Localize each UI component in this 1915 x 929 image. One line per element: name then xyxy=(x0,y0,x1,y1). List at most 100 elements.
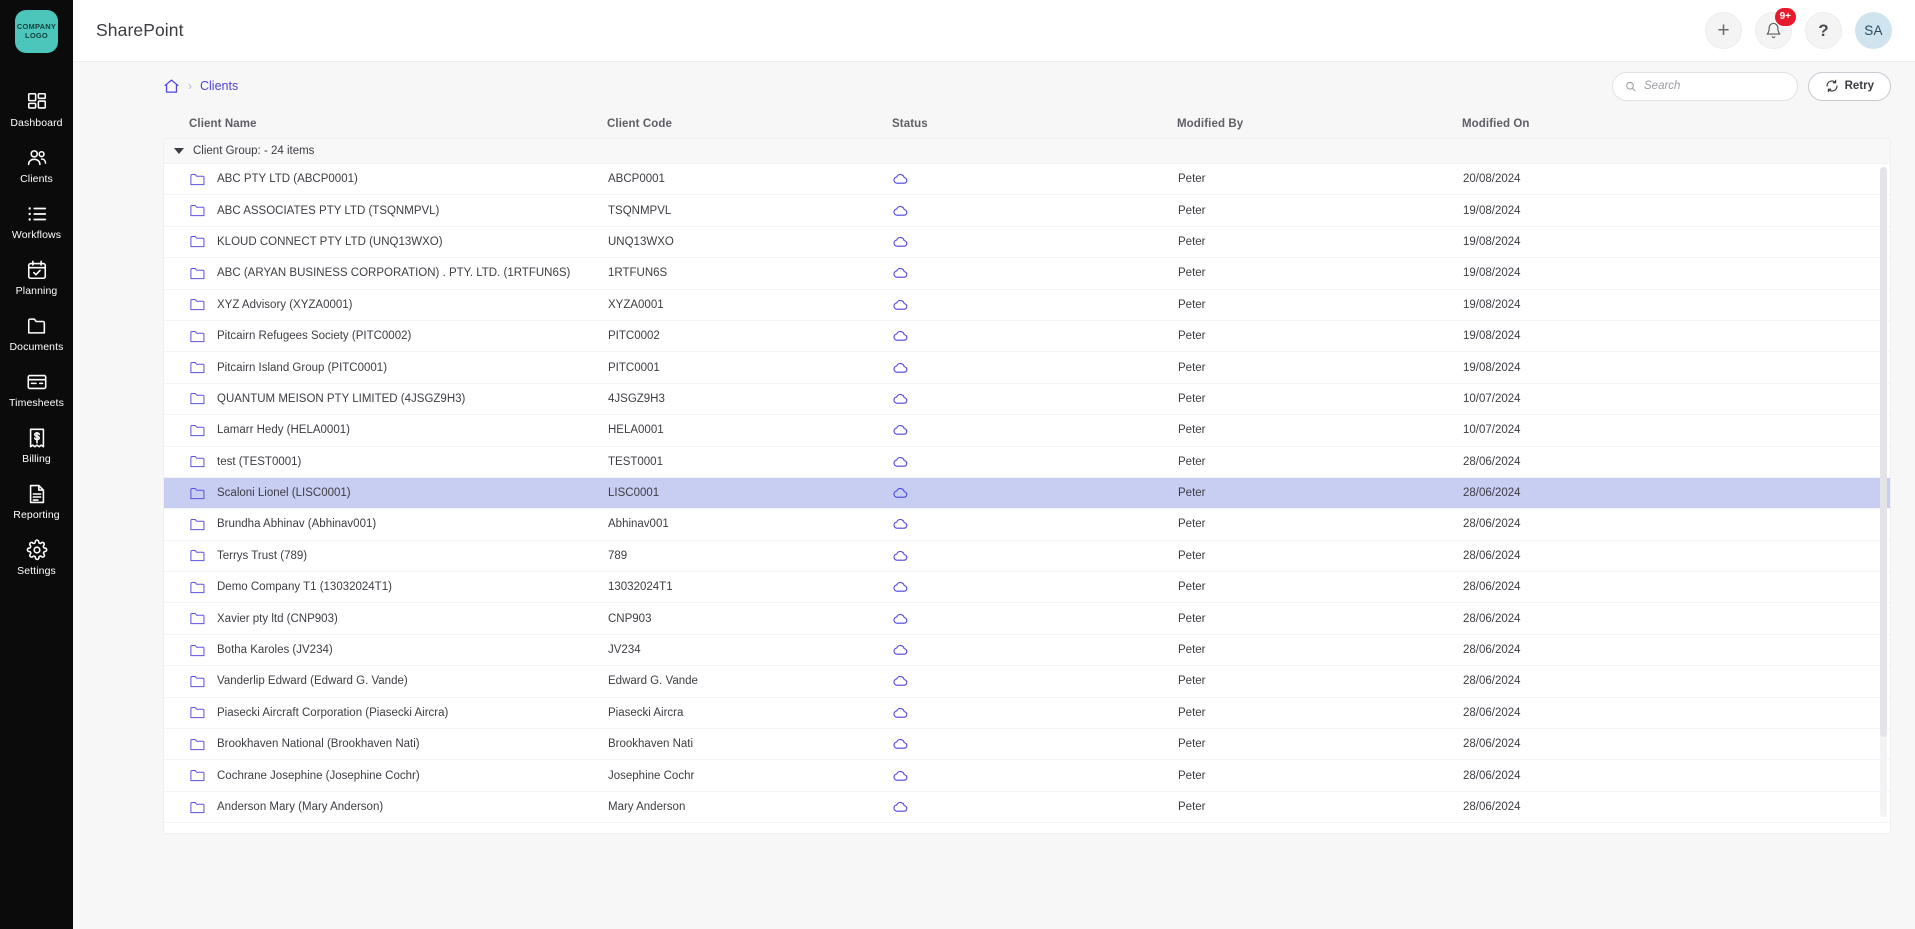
client-name-text: Pitcairn Island Group (PITC0001) xyxy=(217,361,388,374)
cloud-icon[interactable] xyxy=(893,707,909,719)
table-row[interactable]: Pitcairn Island Group (PITC0001) PITC0001… xyxy=(164,352,1890,384)
sidebar-item-reporting[interactable]: Reporting xyxy=(0,474,73,530)
cell-client-name: Terrys Trust (789) xyxy=(190,549,608,562)
table-row[interactable]: Lamarr Hedy (HELA0001) HELA0001 Peter 10/07… xyxy=(164,415,1890,447)
column-header-modified-by[interactable]: Modified By xyxy=(1177,118,1462,130)
cloud-icon[interactable] xyxy=(893,173,909,185)
folder-icon xyxy=(190,581,205,594)
table-row[interactable]: XYZ Advisory (XYZA0001) XYZA0001 Peter 19/0… xyxy=(164,290,1890,321)
table-row[interactable]: Piasecki Aircraft Corporation (Piasecki … xyxy=(164,698,1890,730)
clients-icon xyxy=(26,147,48,169)
cell-client-code: JV234 xyxy=(608,644,641,657)
cell-modified-on: 19/08/2024 xyxy=(1463,330,1521,343)
cloud-icon[interactable] xyxy=(893,424,909,436)
cell-client-name: Anderson Mary (Mary Anderson) xyxy=(190,801,608,814)
cell-status xyxy=(893,738,1178,750)
group-header-row[interactable]: Client Group: - 24 items xyxy=(164,139,1890,164)
cloud-icon[interactable] xyxy=(893,770,909,782)
folder-icon xyxy=(190,518,205,531)
cell-client-name: Scaloni Lionel (LISC0001) xyxy=(190,487,608,500)
table-row[interactable]: QUANTUM MEISON PTY LIMITED (4JSGZ9H3) 4JS… xyxy=(164,384,1890,416)
client-name-text: Brundha Abhinav (Abhinav001) xyxy=(217,518,377,531)
sidebar-item-documents[interactable]: Documents xyxy=(0,306,73,362)
cloud-icon[interactable] xyxy=(893,267,909,279)
table-row[interactable]: Botha Karoles (JV234) JV234 Peter 28/06/202… xyxy=(164,635,1890,667)
table-row[interactable]: test (TEST0001) TEST0001 Peter 28/06/2024 xyxy=(164,447,1890,478)
cell-client-name: ABC PTY LTD (ABCP0001) xyxy=(190,173,608,186)
breadcrumb-item-clients[interactable]: Clients xyxy=(200,79,238,93)
table-row[interactable]: Cochrane Josephine (Josephine Cochr) Jose… xyxy=(164,760,1890,792)
logo-container[interactable]: COMPANY LOGO xyxy=(0,0,73,62)
sidebar-item-dashboard[interactable]: Dashboard xyxy=(0,82,73,138)
cloud-icon[interactable] xyxy=(893,205,909,217)
table-row[interactable]: Scaloni Lionel (LISC0001) LISC0001 Peter 28… xyxy=(164,477,1890,510)
cell-client-name: test (TEST0001) xyxy=(190,455,608,468)
notifications-button[interactable]: 9+ xyxy=(1755,8,1796,49)
search-input[interactable] xyxy=(1644,80,1785,92)
sidebar-item-settings[interactable]: Settings xyxy=(0,530,73,586)
cell-status xyxy=(893,330,1178,342)
cell-modified-by: Peter xyxy=(1178,769,1206,782)
table-row[interactable]: Demo Company T1 (13032024T1) 13032024T1 Pe… xyxy=(164,572,1890,604)
table-column-headers: Client Name Client Code Status Modified … xyxy=(163,110,1891,138)
cloud-icon[interactable] xyxy=(893,487,909,499)
table-row[interactable]: Brookhaven National (Brookhaven Nati) Bro… xyxy=(164,729,1890,761)
table-row[interactable]: ABC (ARYAN BUSINESS CORPORATION) . PTY. … xyxy=(164,258,1890,290)
home-icon[interactable] xyxy=(163,78,180,95)
cell-modified-on: 28/06/2024 xyxy=(1463,675,1521,688)
cell-client-code: Josephine Cochr xyxy=(608,769,695,782)
cloud-icon[interactable] xyxy=(893,644,909,656)
column-header-modified-on[interactable]: Modified On xyxy=(1462,118,1682,130)
cell-status xyxy=(893,173,1178,185)
cloud-icon[interactable] xyxy=(893,613,909,625)
table-row[interactable]: Xavier pty ltd (CNP903) CNP903 Peter 28/06/… xyxy=(164,603,1890,635)
column-header-client-name[interactable]: Client Name xyxy=(189,118,607,130)
search-box[interactable] xyxy=(1611,71,1798,101)
scrollbar-thumb[interactable] xyxy=(1880,167,1887,737)
avatar[interactable]: SA xyxy=(1855,12,1892,49)
table-row[interactable]: ABC PTY LTD (ABCP0001) ABCP0001 Peter 20/08… xyxy=(164,164,1890,196)
cloud-icon[interactable] xyxy=(893,550,909,562)
cell-modified-by: Peter xyxy=(1178,581,1206,594)
table-row[interactable]: Anderson Mary (Mary Anderson) Mary Anders… xyxy=(164,792,1890,824)
add-button[interactable]: + xyxy=(1705,12,1742,49)
table-row[interactable]: KLOUD CONNECT PTY LTD (UNQ13WXO) UNQ13WXO… xyxy=(164,227,1890,259)
table-row[interactable]: ABC ASSOCIATES PTY LTD (TSQNMPVL) TSQNMPV… xyxy=(164,195,1890,227)
sidebar-item-billing[interactable]: Billing xyxy=(0,418,73,474)
cloud-icon[interactable] xyxy=(893,299,909,311)
cell-client-code: Mary Anderson xyxy=(608,801,686,813)
cloud-icon[interactable] xyxy=(893,801,909,813)
question-mark-icon: ? xyxy=(1818,20,1829,40)
sidebar-item-workflows[interactable]: Workflows xyxy=(0,194,73,250)
sidebar-item-planning[interactable]: Planning xyxy=(0,250,73,306)
triangle-down-icon[interactable] xyxy=(174,148,184,154)
retry-label: Retry xyxy=(1844,80,1874,92)
client-name-text: Piasecki Aircraft Corporation (Piasecki … xyxy=(217,706,449,719)
column-header-status[interactable]: Status xyxy=(892,118,1177,130)
company-logo[interactable]: COMPANY LOGO xyxy=(15,9,58,53)
cloud-icon[interactable] xyxy=(893,675,909,687)
help-button[interactable]: ? xyxy=(1805,12,1842,49)
cloud-icon[interactable] xyxy=(893,456,909,468)
retry-button[interactable]: Retry xyxy=(1807,71,1891,101)
cell-status xyxy=(893,362,1178,374)
cell-client-code: ABCP0001 xyxy=(608,173,665,186)
table-row[interactable]: Vanderlip Edward (Edward G. Vande) Edward… xyxy=(164,666,1890,698)
sidebar-item-timesheets[interactable]: Timesheets xyxy=(0,362,73,418)
cloud-icon[interactable] xyxy=(893,581,909,593)
table-row[interactable]: Brundha Abhinav (Abhinav001) Abhinav001 Pe… xyxy=(164,509,1890,541)
billing-icon xyxy=(26,427,48,449)
table-row[interactable]: Pitcairn Refugees Society (PITC0002) PITC… xyxy=(164,321,1890,353)
cell-client-code: PITC0002 xyxy=(608,330,660,343)
table-row[interactable]: Terrys Trust (789) 789 Peter 28/06/2024 xyxy=(164,541,1890,573)
cloud-icon[interactable] xyxy=(893,393,909,405)
cloud-icon[interactable] xyxy=(893,236,909,248)
sidebar-item-clients[interactable]: Clients xyxy=(0,138,73,194)
cloud-icon[interactable] xyxy=(893,362,909,374)
column-header-client-code[interactable]: Client Code xyxy=(607,118,892,130)
plus-icon: + xyxy=(1717,18,1730,42)
cloud-icon[interactable] xyxy=(893,330,909,342)
cloud-icon[interactable] xyxy=(893,738,909,750)
cell-modified-on: 19/08/2024 xyxy=(1463,361,1521,374)
cloud-icon[interactable] xyxy=(893,518,909,530)
